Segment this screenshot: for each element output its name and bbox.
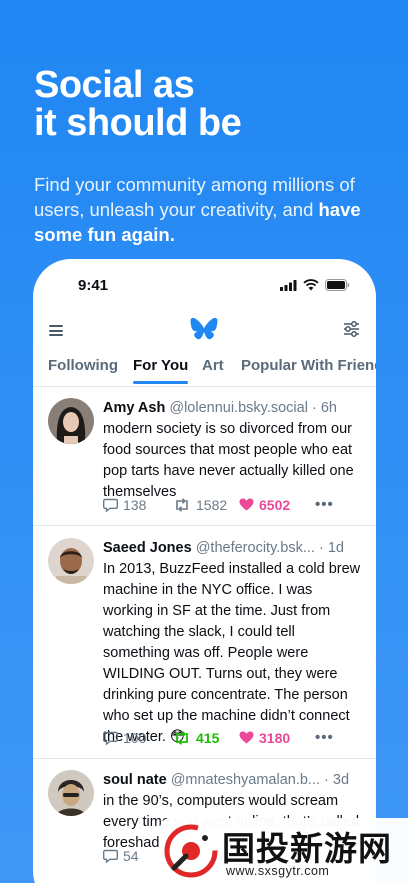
watermark-overlay: 国投新游网 www.sxsgytr.com [160, 818, 408, 883]
reply-button[interactable]: 100 [103, 730, 173, 746]
heart-icon [239, 731, 254, 744]
speech-bubble-icon [103, 849, 118, 863]
like-button[interactable]: 6502 [239, 497, 313, 513]
post-time: 6h [320, 400, 337, 416]
post-text: In 2013, BuzzFeed installed a cold brew … [103, 561, 361, 745]
post-content: Saeed Jones @theferocity.bsk... · 1d In … [103, 538, 362, 748]
watermark-title: 国投新游网 [222, 829, 392, 868]
phone-mockup: 9:41 Following For You Art Popular With … [33, 259, 376, 883]
tab-following[interactable]: Following [48, 357, 118, 374]
app-header [33, 309, 376, 349]
post-header: Amy Ash @lolennui.bsky.social · 6h [103, 398, 362, 418]
separator-dot: · [311, 400, 317, 416]
wifi-icon [303, 279, 319, 291]
butterfly-logo-icon [190, 317, 218, 340]
post-text: modern society is so divorced from our f… [103, 421, 354, 500]
author-name[interactable]: soul nate [103, 772, 167, 788]
avatar[interactable] [48, 398, 94, 444]
repost-count: 415 [196, 729, 220, 746]
post-time: 3d [332, 772, 350, 788]
sliders-icon[interactable] [343, 321, 360, 337]
hero-subtitle: Find your community among millions of us… [34, 172, 384, 247]
hero-subtitle-text: Find your community among millions of us… [34, 174, 355, 220]
watermark-logo-icon [164, 824, 218, 878]
author-handle[interactable]: @mnateshyamalan.b... [171, 772, 320, 788]
status-time: 9:41 [78, 277, 109, 294]
status-bar: 9:41 [33, 259, 376, 309]
tab-art[interactable]: Art [202, 357, 224, 374]
post-content: Amy Ash @lolennui.bsky.social · 6h moder… [103, 398, 362, 503]
author-name[interactable]: Amy Ash [103, 400, 165, 416]
post-actions: 138 1582 6502 ••• [103, 496, 334, 513]
speech-bubble-icon [103, 498, 118, 512]
repost-button[interactable]: 415 [173, 730, 239, 746]
separator-dot: · [324, 772, 329, 788]
like-button[interactable]: 3180 [239, 730, 313, 746]
tab-popular-with-friends[interactable]: Popular With Friends [241, 357, 376, 374]
post-actions: 100 415 3180 ••• [103, 729, 334, 746]
avatar[interactable] [48, 538, 94, 584]
reply-button[interactable]: 138 [103, 497, 173, 513]
post-header: soul nate @mnateshyamalan.b... · 3d [103, 770, 362, 790]
post-header: Saeed Jones @theferocity.bsk... · 1d [103, 538, 362, 558]
reply-count: 54 [123, 848, 139, 864]
cellular-signal-icon [280, 279, 297, 291]
watermark-url: www.sxsgytr.com [226, 864, 330, 878]
system-icons [280, 279, 350, 291]
repost-button[interactable]: 1582 [173, 497, 239, 513]
author-name[interactable]: Saeed Jones [103, 540, 192, 556]
speech-bubble-icon [103, 731, 118, 745]
like-count: 6502 [259, 496, 291, 513]
avatar[interactable] [48, 770, 94, 816]
separator-dot: · [318, 540, 324, 556]
hamburger-menu-icon[interactable] [49, 325, 63, 336]
repost-arrows-icon [176, 730, 188, 745]
feed-tabs: Following For You Art Popular With Frien… [33, 351, 376, 387]
author-handle[interactable]: @lolennui.bsky.social [169, 400, 308, 416]
repost-arrows-icon [176, 497, 188, 512]
hero-title: Social as it should be [34, 64, 242, 144]
feed-post[interactable]: Amy Ash @lolennui.bsky.social · 6h moder… [33, 388, 376, 526]
like-count: 3180 [259, 729, 291, 746]
reply-count: 100 [123, 729, 147, 746]
repost-count: 1582 [196, 496, 228, 513]
ellipsis-icon[interactable]: ••• [315, 729, 334, 746]
ellipsis-icon[interactable]: ••• [315, 496, 334, 513]
battery-icon [325, 279, 350, 291]
hero-section: Social as it should be Find your communi… [34, 66, 384, 247]
heart-icon [239, 498, 254, 511]
author-handle[interactable]: @theferocity.bsk... [196, 540, 315, 556]
feed-post[interactable]: Saeed Jones @theferocity.bsk... · 1d In … [33, 527, 376, 759]
reply-count: 138 [123, 496, 147, 513]
post-time: 1d [327, 540, 344, 556]
tab-for-you[interactable]: For You [133, 357, 189, 384]
